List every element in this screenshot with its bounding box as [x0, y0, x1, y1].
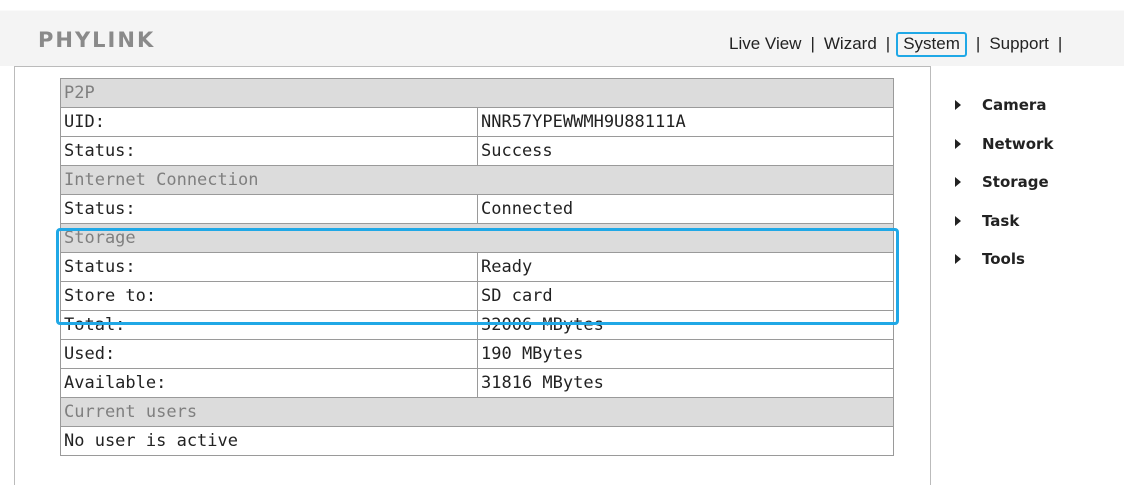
section-title: P2P: [60, 78, 894, 108]
side-menu-label: Network: [982, 134, 1054, 153]
triangle-right-icon: [955, 215, 961, 226]
nav-support[interactable]: Support: [989, 34, 1049, 54]
section-header-current-users: Current users: [60, 397, 894, 427]
nav-separator: |: [885, 34, 891, 53]
nav-separator: |: [810, 34, 815, 53]
table-row: Used: 190 MBytes: [60, 339, 894, 369]
triangle-right-icon: [955, 177, 961, 188]
table-row: Total: 32006 MBytes: [60, 310, 894, 340]
row-message: No user is active: [60, 426, 894, 456]
triangle-right-icon: [955, 138, 961, 149]
nav-system[interactable]: System: [896, 31, 967, 57]
row-value: 32006 MBytes: [477, 310, 894, 340]
section-header-p2p: P2P: [60, 78, 894, 108]
side-menu-camera[interactable]: Camera: [955, 86, 1053, 125]
table-row: Status: Success: [60, 136, 894, 166]
row-label: Total:: [60, 310, 478, 340]
row-value: Success: [477, 136, 894, 166]
nav-separator: |: [1057, 34, 1063, 53]
side-menu-task[interactable]: Task: [955, 202, 1053, 241]
row-label: UID:: [60, 107, 478, 137]
table-row: No user is active: [60, 426, 894, 456]
section-header-internet-connection: Internet Connection: [60, 165, 894, 195]
side-menu-network[interactable]: Network: [955, 125, 1053, 164]
header-bar: PHYLINK Live View | Wizard | System | Su…: [0, 0, 1124, 66]
row-value: Connected: [477, 194, 894, 224]
side-menu-label: Tools: [982, 250, 1025, 269]
status-info-table: P2P UID: NNR57YPEWWMH9U88111A Status: Su…: [60, 78, 894, 456]
triangle-right-icon: [955, 254, 961, 265]
phylink-logo: PHYLINK: [38, 28, 156, 52]
row-label: Store to:: [60, 281, 478, 311]
table-row: UID: NNR57YPEWWMH9U88111A: [60, 107, 894, 137]
section-header-storage: Storage: [60, 223, 894, 253]
row-value: 190 MBytes: [477, 339, 894, 369]
table-row: Status: Ready: [60, 252, 894, 282]
side-menu-storage[interactable]: Storage: [955, 163, 1053, 202]
row-value: NNR57YPEWWMH9U88111A: [477, 107, 894, 137]
row-value: SD card: [477, 281, 894, 311]
row-value: 31816 MBytes: [477, 368, 894, 398]
top-navigation: Live View | Wizard | System | Support |: [729, 31, 1071, 57]
section-title: Current users: [60, 397, 894, 427]
row-label: Status:: [60, 252, 478, 282]
side-menu: Camera Network Storage Task Tools: [955, 86, 1053, 279]
side-menu-label: Task: [982, 211, 1020, 230]
nav-separator: |: [975, 34, 981, 53]
table-row: Available: 31816 MBytes: [60, 368, 894, 398]
nav-live-view[interactable]: Live View: [729, 34, 801, 54]
row-label: Used:: [60, 339, 478, 369]
table-row: Status: Connected: [60, 194, 894, 224]
triangle-right-icon: [955, 100, 961, 111]
side-menu-label: Storage: [982, 173, 1049, 192]
row-value: Ready: [477, 252, 894, 282]
row-label: Available:: [60, 368, 478, 398]
row-label: Status:: [60, 136, 478, 166]
section-title: Internet Connection: [60, 165, 894, 195]
side-menu-tools[interactable]: Tools: [955, 240, 1053, 279]
section-title: Storage: [60, 223, 894, 253]
row-label: Status:: [60, 194, 478, 224]
table-row: Store to: SD card: [60, 281, 894, 311]
nav-wizard[interactable]: Wizard: [824, 34, 877, 54]
side-menu-label: Camera: [982, 96, 1047, 115]
